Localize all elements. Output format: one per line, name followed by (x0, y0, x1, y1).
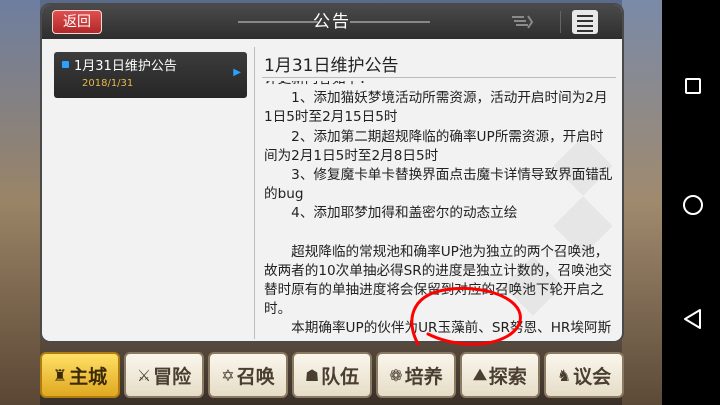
content-line-cut: 许更新内容如下： (264, 81, 616, 89)
content-line: 1、添加猫妖梦境活动所需资源，活动开启时间为2月1日5时至2月15日5时 (264, 90, 608, 126)
document-list-icon[interactable] (572, 10, 598, 34)
explore-icon: ⛰ (473, 365, 487, 384)
back-triangle-icon[interactable] (682, 308, 702, 330)
titlebar-separator (560, 11, 561, 33)
content-line: 2、添加第二期超规降临的确率UP所需资源，开启时间为2月1日5时至2月8日5时 (264, 128, 604, 164)
content-line: 3、修复魔卡单卡替换界面点击魔卡详情导致界面错乱的bug (264, 167, 613, 203)
content-body: 许更新内容如下： 1、添加猫妖梦境活动所需资源，活动开启时间为2月1日5时至2月… (264, 81, 616, 337)
train-icon: ❁ (389, 365, 403, 385)
nav-label: 召唤 (236, 365, 275, 388)
nav-label: 冒险 (153, 365, 192, 388)
list-item-date: 2018/1/31 (82, 78, 134, 89)
castle-icon: ♜ (52, 365, 68, 385)
scenery-right (622, 0, 662, 405)
nav-label: 探索 (488, 365, 527, 388)
speaker-wave-icon[interactable] (510, 14, 534, 30)
council-icon: ♞ (556, 365, 572, 385)
crossed-swords-icon: ⚔ (136, 365, 152, 385)
panel-divider (254, 47, 255, 339)
title-decoration-right (350, 21, 430, 23)
list-item-title: 1月31日维护公告 (74, 59, 177, 74)
nav-council[interactable]: ♞ 议会 (544, 352, 624, 398)
team-icon: ☗ (304, 365, 320, 385)
scenery-left (0, 0, 40, 405)
nav-label: 培养 (404, 365, 443, 388)
dialog-titlebar: 返回 公告 (42, 5, 622, 39)
content-line: 4、添加耶梦加得和盖密尔的动态立绘 (264, 205, 518, 222)
nav-train[interactable]: ❁ 培养 (376, 352, 456, 398)
play-arrow-icon: ▶ (233, 67, 241, 78)
content-divider (262, 77, 616, 78)
content-line: 超规降临的常规池和确率UP池为独立的两个召唤池，故两者的10次单抽必得SR的进度… (264, 243, 613, 318)
nav-adventure[interactable]: ⚔ 冒险 (124, 352, 204, 398)
nav-label: 议会 (573, 365, 612, 388)
recent-apps-icon[interactable] (685, 78, 701, 94)
nav-label: 队伍 (321, 365, 360, 388)
nav-team[interactable]: ☗ 队伍 (292, 352, 372, 398)
selected-bullet-icon (62, 61, 69, 68)
content-line (264, 224, 616, 243)
list-item[interactable]: 1月31日维护公告 2018/1/31 ▶ (54, 52, 247, 98)
home-icon[interactable] (683, 195, 703, 215)
nav-explore[interactable]: ⛰ 探索 (460, 352, 540, 398)
bottom-nav: ♜ 主城 ⚔ 冒险 ✡ 召唤 ☗ 队伍 ❁ 培养 ⛰ 探索 ♞ 议会 (38, 352, 628, 398)
nav-label: 主城 (69, 365, 108, 388)
content-line: 本期确率UP的伙伴为UR玉藻前、SR努恩、HR埃阿斯 (264, 320, 612, 337)
android-navigation-bar (662, 0, 720, 405)
announcement-dialog: 返回 公告 1月31日维护公告 2018/1/31 ▶ 1月31日维护公告 许更… (40, 3, 624, 343)
nav-summon[interactable]: ✡ 召唤 (208, 352, 288, 398)
announcement-list: 1月31日维护公告 2018/1/31 ▶ (48, 47, 256, 339)
summon-circle-icon: ✡ (221, 365, 235, 385)
nav-main-city[interactable]: ♜ 主城 (40, 352, 120, 398)
content-title: 1月31日维护公告 (264, 56, 399, 76)
dialog-title: 公告 (313, 12, 351, 32)
